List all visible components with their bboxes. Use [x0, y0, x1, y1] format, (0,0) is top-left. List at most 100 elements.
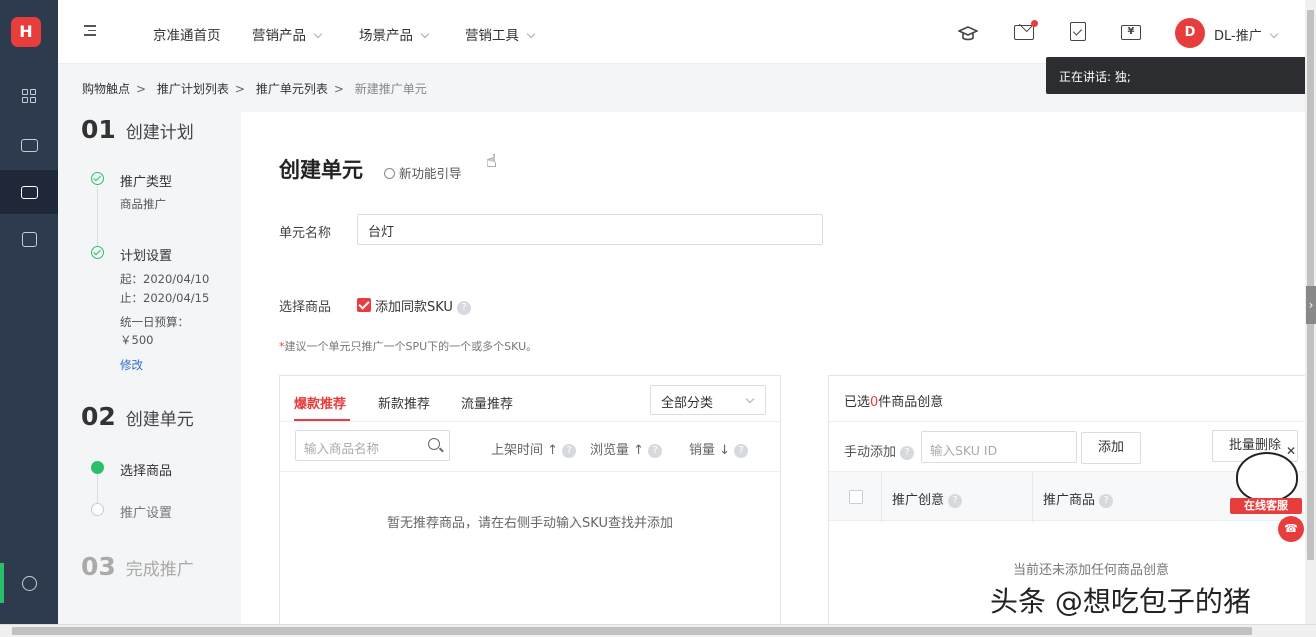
step-item-sub: 商品推广	[120, 197, 166, 211]
step-1-header: 01 创建计划	[81, 115, 194, 144]
expand-handle-icon[interactable]: ›	[1306, 286, 1316, 324]
left-sidebar: H	[0, 0, 58, 637]
sort-listing-time[interactable]: 上架时间 ↑ ?	[491, 439, 577, 458]
feature-guide-link[interactable]: 新功能引导	[384, 163, 462, 182]
empty-selected-text: 当前还未添加任何商品创意	[1012, 563, 1169, 578]
step-title: 完成推广	[125, 560, 194, 580]
select-product-label: 选择商品	[279, 300, 332, 315]
tab-hot-recommend[interactable]: 爆款推荐	[294, 393, 346, 412]
sort-views[interactable]: 浏览量 ↑ ?	[590, 439, 663, 458]
step-item-label: 计划设置	[120, 249, 173, 264]
column-divider	[881, 472, 882, 522]
chevron-down-icon	[313, 29, 323, 39]
dashboard-icon[interactable]	[0, 74, 58, 118]
nav-scene-products[interactable]: 场景产品	[359, 24, 430, 44]
report-icon[interactable]	[0, 217, 58, 261]
help-icon[interactable]: ?	[457, 300, 472, 315]
chevron-down-icon	[526, 29, 536, 39]
step-connector	[97, 186, 98, 246]
scroll-thumb[interactable]	[1307, 10, 1314, 560]
manual-add-label: 手动添加 ?	[844, 441, 915, 460]
step-2-header: 02 创建单元	[81, 402, 194, 431]
help-icon[interactable]: ?	[948, 493, 963, 508]
breadcrumb: 购物触点 > 推广计划列表 > 推广单元列表 > 新建推广单元	[82, 80, 433, 97]
nav-home[interactable]: 京准通首页	[153, 24, 221, 44]
help-icon[interactable]: ?	[900, 445, 915, 460]
step-title: 创建计划	[125, 123, 194, 143]
monitor-icon[interactable]	[0, 123, 58, 167]
user-menu[interactable]: DL-推广	[1214, 25, 1278, 44]
online-service-widget[interactable]: ✕ 在线客服 ☎	[1228, 444, 1306, 546]
horizontal-scrollbar[interactable]	[0, 624, 1316, 637]
step-item-label: 推广类型	[120, 175, 173, 190]
app-logo[interactable]: H	[11, 17, 41, 47]
edit-plan-link[interactable]: 修改	[120, 357, 143, 373]
scroll-thumb[interactable]	[12, 627, 1252, 635]
column-product: 推广商品 ?	[1043, 489, 1114, 508]
category-select[interactable]: 全部分类	[650, 385, 766, 415]
breadcrumb-item[interactable]: 推广单元列表	[256, 82, 328, 96]
column-creative: 推广创意 ?	[892, 489, 963, 508]
selected-count-title: 已选0件商品创意	[844, 395, 944, 410]
recommend-panel: 爆款推荐 新款推荐 流量推荐 全部分类 输入商品名称 上架时间 ↑ ? 浏览量 …	[279, 375, 781, 624]
unit-name-input[interactable]: 台灯	[357, 214, 823, 245]
watermark: 头条 @想吃包子的猪	[990, 585, 1251, 618]
chevron-right-icon: >	[333, 82, 344, 96]
chevron-down-icon	[745, 394, 755, 404]
divider	[280, 471, 780, 472]
breadcrumb-item[interactable]: 推广计划列表	[157, 82, 229, 96]
budget-value: ￥500	[120, 333, 154, 347]
nav-marketing-products[interactable]: 营销产品	[252, 24, 323, 44]
step-item-label: 选择商品	[120, 464, 173, 479]
chevron-right-icon: >	[234, 82, 245, 96]
help-icon[interactable]: ?	[562, 443, 577, 458]
guide-icon	[384, 168, 395, 179]
steps-panel: 01 创建计划 推广类型 商品推广 计划设置 起：2020/04/10 止：20…	[58, 112, 241, 624]
main-panel: 创建单元 新功能引导 ☝ 单元名称 台灯 选择商品 添加同款SKU ? *建议一…	[241, 112, 1306, 624]
tab-traffic-recommend[interactable]: 流量推荐	[461, 393, 513, 412]
graduation-cap-icon[interactable]	[958, 24, 978, 44]
divider	[829, 421, 1306, 422]
step-number: 01	[81, 115, 116, 144]
plan-start-date: 起：2020/04/10	[120, 272, 210, 286]
chevron-down-icon	[1269, 29, 1278, 39]
sku-hint: *建议一个单元只推广一个SPU下的一个或多个SKU。	[279, 340, 538, 353]
briefcase-icon[interactable]	[0, 170, 58, 214]
help-icon[interactable]: ?	[648, 443, 663, 458]
empty-recommend-text: 暂无推荐商品，请在右侧手动输入SKU查找并添加	[387, 516, 673, 531]
step-title: 创建单元	[125, 410, 194, 430]
step-number: 03	[81, 552, 116, 581]
menu-toggle-icon[interactable]	[84, 25, 96, 37]
budget-label: 统一日预算：	[120, 315, 189, 329]
step-3-header: 03 完成推广	[81, 552, 194, 581]
add-same-sku-label[interactable]: 添加同款SKU ?	[375, 296, 472, 315]
nav-marketing-tools[interactable]: 营销工具	[465, 24, 536, 44]
product-search-input[interactable]: 输入商品名称	[295, 430, 450, 461]
sort-sales[interactable]: 销量 ↓ ?	[689, 439, 749, 458]
help-icon[interactable]: ?	[1099, 493, 1114, 508]
chevron-down-icon	[420, 29, 430, 39]
sku-id-input[interactable]: 输入SKU ID	[921, 431, 1077, 463]
add-same-sku-checkbox[interactable]	[357, 298, 371, 312]
phone-icon[interactable]: ☎	[1278, 516, 1304, 542]
breadcrumb-item[interactable]: 购物触点	[82, 82, 130, 96]
mail-icon[interactable]	[1014, 20, 1038, 40]
top-header: 京准通首页 营销产品 场景产品 营销工具 ¥ D DL-推广	[58, 0, 1316, 64]
clock-icon[interactable]	[0, 561, 58, 605]
service-banner[interactable]: 在线客服	[1230, 498, 1302, 514]
avatar[interactable]: D	[1175, 18, 1205, 48]
current-step-dot	[91, 461, 104, 474]
select-all-checkbox[interactable]	[849, 490, 863, 504]
task-icon[interactable]	[1070, 22, 1086, 41]
divider	[280, 421, 780, 422]
mascot-image	[1236, 452, 1298, 502]
pending-step-dot	[91, 503, 104, 516]
add-button[interactable]: 添加	[1081, 432, 1141, 464]
help-icon[interactable]: ?	[734, 443, 749, 458]
breadcrumb-current: 新建推广单元	[354, 82, 427, 96]
search-icon[interactable]	[428, 438, 440, 450]
step-number: 02	[81, 402, 116, 431]
yen-icon[interactable]: ¥	[1121, 25, 1141, 40]
close-icon[interactable]: ✕	[1284, 444, 1298, 458]
tab-new-recommend[interactable]: 新款推荐	[378, 393, 430, 412]
